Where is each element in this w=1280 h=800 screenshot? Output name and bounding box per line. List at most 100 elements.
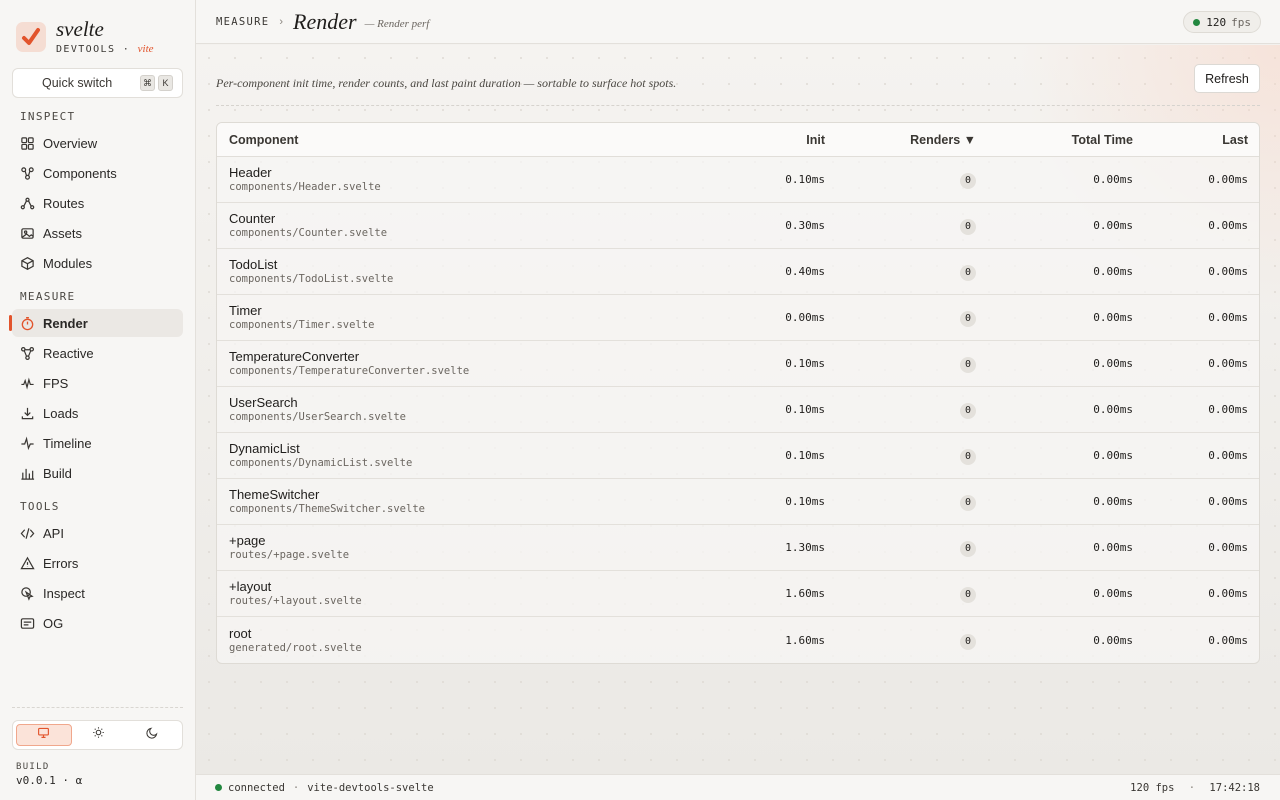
sidebar-item-label: Errors bbox=[43, 555, 79, 571]
table-row[interactable]: Timer components/Timer.svelte 0.00ms 0 0.00m… bbox=[217, 295, 1259, 341]
table-row[interactable]: root generated/root.svelte 1.60ms 0 0.00ms 0.… bbox=[217, 617, 1259, 663]
renders-cell: 0 bbox=[825, 216, 976, 235]
build-label: BUILD bbox=[16, 762, 50, 772]
table-row[interactable]: UserSearch components/UserSearch.svelte 0.… bbox=[217, 387, 1259, 433]
last-time: 0.00ms bbox=[1208, 541, 1248, 554]
table-row[interactable]: DynamicList components/DynamicList.svelte… bbox=[217, 433, 1259, 479]
sidebar-item-render[interactable]: Render bbox=[12, 309, 183, 337]
sidebar-item-routes[interactable]: Routes bbox=[12, 189, 183, 217]
page-header: MEASURE › Render — Render perf 120 fps bbox=[196, 0, 1280, 44]
component-cell: TemperatureConverter components/Temperatu… bbox=[217, 349, 674, 378]
refresh-button[interactable]: Refresh bbox=[1194, 64, 1260, 93]
renders-cell: 0 bbox=[825, 354, 976, 373]
total-time: 0.00ms bbox=[1093, 541, 1133, 554]
total-time: 0.00ms bbox=[1093, 495, 1133, 508]
last-time: 0.00ms bbox=[1208, 265, 1248, 278]
section-measure: MEASURE bbox=[20, 290, 76, 303]
sidebar-item-timeline[interactable]: Timeline bbox=[12, 429, 183, 457]
component-name: UserSearch bbox=[229, 395, 298, 410]
sidebar-item-loads[interactable]: Loads bbox=[12, 399, 183, 427]
component-cell: Timer components/Timer.svelte bbox=[217, 303, 674, 332]
sidebar-item-errors[interactable]: Errors bbox=[12, 549, 183, 577]
route-icon bbox=[20, 196, 35, 211]
fps-unit: fps bbox=[1231, 15, 1251, 29]
column-total-time[interactable]: Total Time bbox=[976, 133, 1133, 147]
sidebar-item-label: API bbox=[43, 525, 64, 541]
theme-system-button[interactable] bbox=[16, 724, 72, 746]
last-time: 0.00ms bbox=[1208, 403, 1248, 416]
total-time: 0.00ms bbox=[1093, 587, 1133, 600]
breadcrumb[interactable]: MEASURE bbox=[216, 16, 269, 28]
sidebar-item-label: Modules bbox=[43, 255, 93, 271]
sidebar-item-inspect[interactable]: Inspect bbox=[12, 579, 183, 607]
total-time: 0.00ms bbox=[1093, 403, 1133, 416]
sidebar-item-fps[interactable]: FPS bbox=[12, 369, 183, 397]
renders-cell: 0 bbox=[825, 584, 976, 603]
cursor-inspect-icon bbox=[20, 586, 35, 601]
brand-subtitle: DEVTOOLS · vite bbox=[56, 43, 154, 55]
renders-cell: 0 bbox=[825, 308, 976, 327]
column-last[interactable]: Last bbox=[1133, 133, 1248, 147]
brand[interactable]: svelte DEVTOOLS · vite bbox=[16, 18, 154, 55]
component-name: Counter bbox=[229, 211, 276, 226]
sidebar-item-assets[interactable]: Assets bbox=[12, 219, 183, 247]
theme-dark-button[interactable] bbox=[125, 724, 179, 746]
activity-icon bbox=[20, 436, 35, 451]
table-body: Header components/Header.svelte 0.10ms 0 0.0… bbox=[217, 157, 1259, 663]
sidebar-item-modules[interactable]: Modules bbox=[12, 249, 183, 277]
column-renders[interactable]: Renders ▼ bbox=[825, 133, 976, 147]
init-time: 1.60ms bbox=[785, 587, 825, 600]
sidebar-item-og[interactable]: OG bbox=[12, 609, 183, 637]
quick-switch-button[interactable]: Quick switch ⌘ K bbox=[12, 68, 183, 98]
component-cell: Counter components/Counter.svelte bbox=[217, 211, 674, 240]
table-row[interactable]: Header components/Header.svelte 0.10ms 0 0.0… bbox=[217, 157, 1259, 203]
sidebar-item-label: Components bbox=[43, 165, 117, 181]
table-row[interactable]: +layout routes/+layout.svelte 1.60ms 0 0.00m… bbox=[217, 571, 1259, 617]
sidebar-item-label: OG bbox=[43, 615, 64, 631]
table-header: Component Init Renders ▼ Total Time Last bbox=[217, 123, 1259, 157]
table-row[interactable]: TodoList components/TodoList.svelte 0.40ms… bbox=[217, 249, 1259, 295]
component-cell: +page routes/+page.svelte bbox=[217, 533, 674, 562]
component-path: components/TemperatureConverter.svelte bbox=[229, 365, 470, 377]
renders-cell: 0 bbox=[825, 538, 976, 557]
theme-switcher bbox=[12, 720, 183, 750]
table-row[interactable]: ThemeSwitcher components/ThemeSwitcher.sv… bbox=[217, 479, 1259, 525]
component-name: TodoList bbox=[229, 257, 278, 272]
component-cell: +layout routes/+layout.svelte bbox=[217, 579, 674, 608]
sidebar-item-api[interactable]: API bbox=[12, 519, 183, 547]
column-component[interactable]: Component bbox=[217, 133, 674, 147]
table-row[interactable]: TemperatureConverter components/Temperatu… bbox=[217, 341, 1259, 387]
k-key: K bbox=[158, 75, 173, 91]
build-version: v0.0.1 · α bbox=[16, 774, 83, 787]
render-count-badge: 0 bbox=[960, 541, 976, 557]
component-cell: ThemeSwitcher components/ThemeSwitcher.sv… bbox=[217, 487, 674, 516]
component-name: +layout bbox=[229, 579, 272, 594]
component-name: root bbox=[229, 625, 252, 641]
brand-vite: vite bbox=[137, 43, 154, 55]
sun-icon bbox=[92, 726, 105, 744]
sidebar-divider bbox=[12, 707, 183, 708]
last-time: 0.00ms bbox=[1208, 311, 1248, 324]
sidebar-item-components[interactable]: Components bbox=[12, 159, 183, 187]
component-name: TemperatureConverter bbox=[229, 349, 360, 364]
table-row[interactable]: +page routes/+page.svelte 1.30ms 0 0.00ms 0.0… bbox=[217, 525, 1259, 571]
sidebar-item-label: Reactive bbox=[43, 345, 94, 361]
connection-dot bbox=[215, 784, 222, 791]
component-cell: root generated/root.svelte bbox=[217, 626, 674, 655]
sidebar: svelte DEVTOOLS · vite Quick switch ⌘ K … bbox=[0, 0, 196, 800]
footer-separator: · bbox=[292, 781, 300, 794]
sidebar-item-overview[interactable]: Overview bbox=[12, 129, 183, 157]
sidebar-item-build[interactable]: Build bbox=[12, 459, 183, 487]
sidebar-item-reactive[interactable]: Reactive bbox=[12, 339, 183, 367]
table-row[interactable]: Counter components/Counter.svelte 0.30ms 0 0… bbox=[217, 203, 1259, 249]
render-count-badge: 0 bbox=[960, 449, 976, 465]
total-time: 0.00ms bbox=[1093, 311, 1133, 324]
init-time: 0.10ms bbox=[785, 449, 825, 462]
page-subtitle: — Render perf bbox=[364, 17, 430, 30]
render-count-badge: 0 bbox=[960, 173, 976, 189]
column-init[interactable]: Init bbox=[674, 133, 825, 147]
component-path: components/DynamicList.svelte bbox=[229, 457, 413, 469]
theme-light-button[interactable] bbox=[72, 724, 126, 746]
cube-icon bbox=[20, 256, 35, 271]
component-name: DynamicList bbox=[229, 441, 300, 456]
